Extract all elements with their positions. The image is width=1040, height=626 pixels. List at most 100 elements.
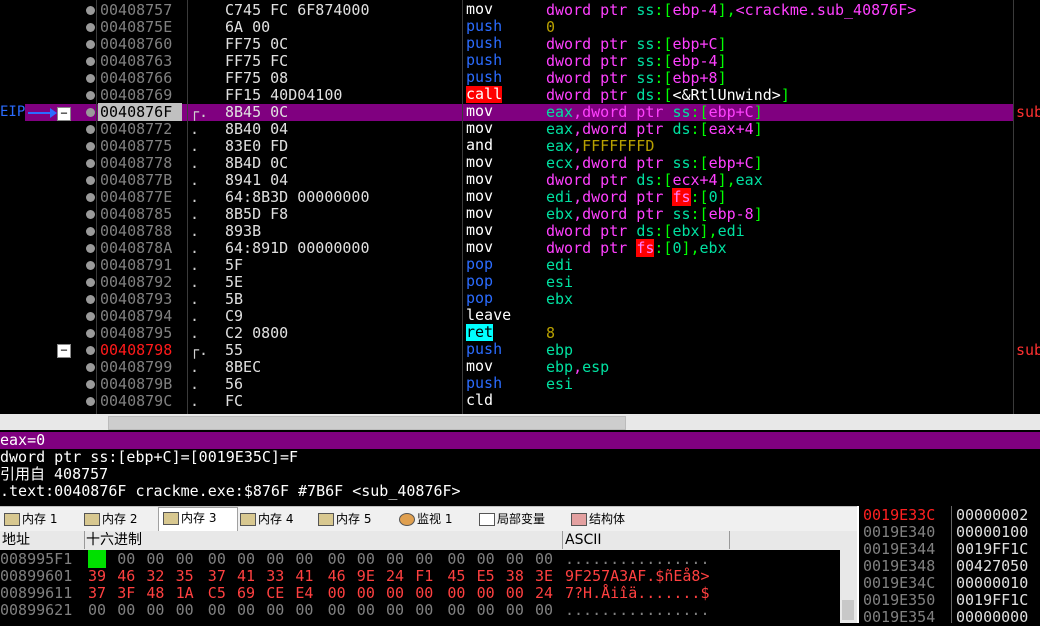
breakpoint-dot-icon[interactable] bbox=[86, 244, 95, 253]
breakpoint-dot-icon[interactable] bbox=[86, 159, 95, 168]
hex-byte[interactable]: 00 bbox=[117, 550, 135, 568]
tab-6[interactable]: 监视 1 bbox=[395, 509, 469, 529]
tab-3[interactable]: 内存 3 bbox=[158, 507, 238, 531]
hex-byte[interactable]: 37 bbox=[88, 584, 106, 602]
hex-byte[interactable]: 00 bbox=[295, 601, 313, 619]
hex-byte[interactable]: 3F bbox=[117, 584, 135, 602]
tab-2[interactable]: 内存 2 bbox=[80, 509, 154, 529]
hex-byte[interactable]: 39 bbox=[88, 567, 106, 585]
breakpoint-dot-icon[interactable] bbox=[86, 6, 95, 15]
disasm-row[interactable]: 00408799. 8BEC mov ebp,esp bbox=[0, 358, 1013, 376]
hex-byte[interactable]: 00 bbox=[506, 550, 524, 568]
breakpoint-dot-icon[interactable] bbox=[86, 125, 95, 134]
breakpoint-dot-icon[interactable] bbox=[86, 346, 95, 355]
tab-4[interactable]: 内存 4 bbox=[236, 509, 310, 529]
hex-byte[interactable]: 46 bbox=[328, 567, 346, 585]
disasm-row[interactable]: 00408769 FF15 40D04100 call dword ptr ds:[<… bbox=[0, 86, 1013, 104]
disasm-row[interactable]: 00408794. C9 leave bbox=[0, 307, 1013, 325]
stack-row[interactable]: 0019E34C 00000010 bbox=[859, 574, 1040, 592]
disasm-row[interactable]: 0040879B. 56 push esi bbox=[0, 375, 1013, 393]
breakpoint-dot-icon[interactable] bbox=[86, 295, 95, 304]
breakpoint-dot-icon[interactable] bbox=[86, 108, 95, 117]
scrollbar-thumb[interactable] bbox=[842, 600, 854, 620]
hex-byte[interactable]: 00 bbox=[146, 550, 164, 568]
hex-byte[interactable]: 00 bbox=[447, 584, 465, 602]
stack-row[interactable]: 0019E348 00427050 bbox=[859, 557, 1040, 575]
hex-byte[interactable]: 00 bbox=[506, 584, 524, 602]
hex-byte[interactable]: 00 bbox=[266, 550, 284, 568]
hex-byte[interactable]: 00 bbox=[415, 601, 433, 619]
breakpoint-dot-icon[interactable] bbox=[86, 74, 95, 83]
hex-byte[interactable]: 00 bbox=[506, 601, 524, 619]
hex-byte[interactable]: 00 bbox=[146, 601, 164, 619]
hex-byte[interactable]: E4 bbox=[295, 584, 313, 602]
column-ascii[interactable]: ASCII bbox=[563, 531, 730, 549]
stack-row[interactable]: 0019E354 00000000 bbox=[859, 608, 1040, 626]
hex-byte[interactable]: 1A bbox=[176, 584, 194, 602]
hex-byte[interactable]: 69 bbox=[237, 584, 255, 602]
hex-byte[interactable]: 32 bbox=[146, 567, 164, 585]
tab-1[interactable]: 内存 1 bbox=[0, 509, 74, 529]
hex-byte[interactable]: 00 bbox=[117, 601, 135, 619]
breakpoint-dot-icon[interactable] bbox=[86, 210, 95, 219]
breakpoint-dot-icon[interactable] bbox=[86, 329, 95, 338]
collapse-icon[interactable]: − bbox=[57, 107, 71, 121]
disasm-row[interactable]: 00408785. 8B5D F8 mov ebx,dword ptr ss:[ebp… bbox=[0, 205, 1013, 223]
collapse-icon[interactable]: − bbox=[57, 344, 71, 358]
disasm-row[interactable]: 0040877E. 64:8B3D 00000000 mov edi,dword pt… bbox=[0, 188, 1013, 206]
hex-byte[interactable]: 00 bbox=[535, 550, 553, 568]
hex-byte[interactable]: 00 bbox=[357, 584, 375, 602]
disasm-row[interactable]: 0040878A. 64:891D 00000000 mov dword ptr fs… bbox=[0, 239, 1013, 257]
hex-byte[interactable]: 00 bbox=[386, 601, 404, 619]
disasm-row[interactable]: 0040875E 6A 00 push 0 bbox=[0, 18, 1013, 36]
scrollbar-thumb[interactable] bbox=[108, 416, 626, 430]
tab-8[interactable]: 结构体 bbox=[567, 509, 647, 529]
breakpoint-dot-icon[interactable] bbox=[86, 380, 95, 389]
breakpoint-dot-icon[interactable] bbox=[86, 91, 95, 100]
stack-view[interactable]: 0019E33C 00000002 0019E340 00000100 0019E344… bbox=[857, 506, 1040, 626]
disasm-row[interactable]: 0040877B. 8941 04 mov dword ptr ds:[ecx+4],… bbox=[0, 171, 1013, 189]
breakpoint-dot-icon[interactable] bbox=[86, 40, 95, 49]
breakpoint-dot-icon[interactable] bbox=[86, 363, 95, 372]
hex-byte[interactable]: 00 bbox=[328, 550, 346, 568]
hex-byte[interactable]: 00 bbox=[477, 550, 495, 568]
disasm-row[interactable]: 00408778. 8B4D 0C mov ecx,dword ptr ss:[ebp… bbox=[0, 154, 1013, 172]
hex-byte[interactable]: 00 bbox=[88, 601, 106, 619]
hex-byte[interactable]: 35 bbox=[176, 567, 194, 585]
hex-byte[interactable]: 00 bbox=[415, 550, 433, 568]
hex-byte[interactable]: 3E bbox=[535, 567, 553, 585]
disasm-row[interactable]: 00408788. 893B mov dword ptr ds:[ebx],edi bbox=[0, 222, 1013, 240]
breakpoint-dot-icon[interactable] bbox=[86, 227, 95, 236]
hex-byte[interactable]: 41 bbox=[295, 567, 313, 585]
disasm-row[interactable]: 00408772. 8B40 04 mov eax,dword ptr ds:[eax… bbox=[0, 120, 1013, 138]
hex-byte[interactable]: 00 bbox=[176, 550, 194, 568]
disasm-row[interactable]: 00408760 FF75 0C push dword ptr ss:[ebp+C] bbox=[0, 35, 1013, 53]
disasm-row[interactable]: 0040879C. FC cld bbox=[0, 392, 1013, 410]
hex-byte[interactable]: 00 bbox=[447, 601, 465, 619]
hex-byte[interactable]: 00 bbox=[415, 584, 433, 602]
disasm-row[interactable]: 00408798 ┌. 55 push ebp sub bbox=[0, 341, 1040, 359]
hex-byte[interactable]: F1 bbox=[415, 567, 433, 585]
hex-byte[interactable]: 46 bbox=[117, 567, 135, 585]
disassembly-horizontal-scrollbar[interactable] bbox=[0, 414, 1040, 430]
hex-byte[interactable]: 00 bbox=[176, 601, 194, 619]
tab-5[interactable]: 内存 5 bbox=[314, 509, 390, 529]
hex-byte[interactable]: 00 bbox=[477, 601, 495, 619]
breakpoint-dot-icon[interactable] bbox=[86, 193, 95, 202]
hex-byte[interactable]: 41 bbox=[237, 567, 255, 585]
hex-byte[interactable]: 00 bbox=[447, 550, 465, 568]
hex-byte[interactable]: 00 bbox=[477, 584, 495, 602]
hex-byte[interactable]: 00 bbox=[266, 601, 284, 619]
disasm-row[interactable]: 00408766 FF75 08 push dword ptr ss:[ebp+8] bbox=[0, 69, 1013, 87]
disasm-row[interactable]: 00408757 C745 FC 6F874000 mov dword ptr ss:… bbox=[0, 1, 1013, 19]
disasm-row[interactable]: 00408792. 5E pop esi bbox=[0, 273, 1013, 291]
hex-byte[interactable]: 48 bbox=[146, 584, 164, 602]
hex-byte[interactable]: CE bbox=[266, 584, 284, 602]
hex-byte[interactable]: 00 bbox=[328, 584, 346, 602]
disasm-row[interactable]: 00408795. C2 0800 ret 8 bbox=[0, 324, 1013, 342]
breakpoint-dot-icon[interactable] bbox=[86, 176, 95, 185]
stack-row[interactable]: 0019E350 0019FF1C bbox=[859, 591, 1040, 609]
breakpoint-dot-icon[interactable] bbox=[86, 278, 95, 287]
breakpoint-dot-icon[interactable] bbox=[86, 142, 95, 151]
hex-byte[interactable]: 00 bbox=[357, 550, 375, 568]
